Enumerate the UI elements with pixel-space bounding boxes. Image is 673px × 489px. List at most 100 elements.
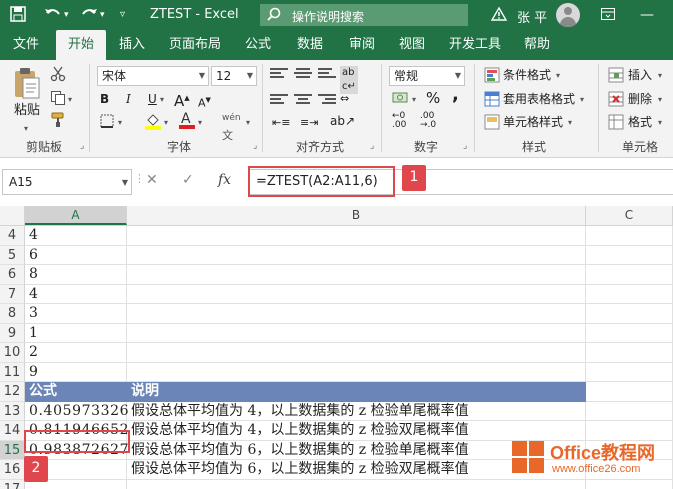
cell-a[interactable]: 9 xyxy=(25,362,127,382)
fill-color-icon[interactable] xyxy=(144,112,162,135)
format-as-table-dropdown-icon[interactable]: ▾ xyxy=(580,91,584,109)
name-box[interactable]: A15 ▼ xyxy=(2,169,132,195)
format-dropdown-icon[interactable]: ▾ xyxy=(658,114,662,132)
format-cells-icon[interactable] xyxy=(608,114,624,135)
increase-indent-icon[interactable]: ≡⇥ xyxy=(300,114,318,132)
enter-icon[interactable]: ✓ xyxy=(182,172,194,188)
tab-file[interactable]: 文件 xyxy=(4,30,48,60)
cell-c[interactable] xyxy=(586,343,673,363)
minimize-icon[interactable]: — xyxy=(640,6,654,24)
cell-c[interactable] xyxy=(586,245,673,265)
cell-c[interactable] xyxy=(586,284,673,304)
percent-style-button[interactable]: % xyxy=(426,89,440,107)
font-size-dropdown[interactable]: 12 ▼ xyxy=(211,66,257,86)
format-as-table-button[interactable]: 套用表格格式 xyxy=(503,90,575,108)
column-header-b[interactable]: B xyxy=(127,206,586,225)
top-align-icon[interactable] xyxy=(270,68,288,82)
cell-b[interactable] xyxy=(127,323,586,343)
insert-function-icon[interactable]: fx xyxy=(218,172,231,188)
tab-insert[interactable]: 插入 xyxy=(110,30,154,60)
row-header[interactable]: 17 xyxy=(0,479,25,489)
row-header[interactable]: 4 xyxy=(0,226,25,246)
customize-qat-icon[interactable]: ▿ xyxy=(120,6,125,24)
orientation-icon[interactable]: ab↗ xyxy=(330,112,355,130)
number-launcher-icon[interactable]: ⌟ xyxy=(463,141,467,151)
middle-align-icon[interactable] xyxy=(294,68,312,82)
select-all-corner[interactable] xyxy=(0,206,25,225)
cell-c[interactable] xyxy=(586,265,673,285)
font-name-dropdown[interactable]: 宋体 ▼ xyxy=(97,66,209,86)
tell-me-search[interactable]: 操作说明搜索 xyxy=(260,4,468,26)
ribbon-display-options-icon[interactable] xyxy=(600,6,616,28)
cell-b[interactable] xyxy=(127,304,586,324)
italic-button[interactable]: I xyxy=(126,90,131,108)
number-format-dropdown[interactable]: 常规 ▼ xyxy=(389,66,465,86)
cell-a[interactable]: 6 xyxy=(25,245,127,265)
cell-b[interactable]: 假设总体平均值为 4，以上数据集的 z 检验单尾概率值 xyxy=(127,401,586,421)
header-cell-description[interactable]: 说明 xyxy=(127,382,586,402)
accounting-format-icon[interactable] xyxy=(392,90,410,111)
font-color-icon[interactable]: A xyxy=(178,110,196,135)
cell-b[interactable] xyxy=(127,362,586,382)
cut-icon[interactable] xyxy=(50,66,66,87)
tab-formulas[interactable]: 公式 xyxy=(236,30,280,60)
row-header[interactable]: 5 xyxy=(0,245,25,265)
format-painter-icon[interactable] xyxy=(50,112,66,133)
row-header[interactable]: 15 xyxy=(0,440,25,460)
row-header[interactable]: 10 xyxy=(0,343,25,363)
tab-home[interactable]: 开始 xyxy=(56,30,106,60)
increase-decimal-icon[interactable]: ←0.00 xyxy=(392,112,406,130)
align-right-icon[interactable] xyxy=(318,94,336,108)
row-header[interactable]: 7 xyxy=(0,284,25,304)
delete-cells-button[interactable]: 删除 xyxy=(628,90,652,108)
conditional-format-icon[interactable] xyxy=(484,67,500,88)
underline-button[interactable]: U xyxy=(148,90,157,108)
font-launcher-icon[interactable]: ⌟ xyxy=(253,141,257,151)
row-header[interactable]: 8 xyxy=(0,304,25,324)
cell-b[interactable] xyxy=(127,245,586,265)
row-header[interactable]: 6 xyxy=(0,265,25,285)
column-header-a[interactable]: A xyxy=(25,206,127,225)
row-header[interactable]: 16 xyxy=(0,460,25,480)
cell-b[interactable] xyxy=(127,284,586,304)
undo-icon[interactable] xyxy=(44,6,62,28)
tab-help[interactable]: 帮助 xyxy=(514,30,560,60)
cell-c[interactable] xyxy=(586,304,673,324)
row-header[interactable]: 13 xyxy=(0,401,25,421)
paste-button[interactable]: 粘贴 xyxy=(14,102,40,120)
cell-c[interactable] xyxy=(586,382,673,402)
merge-center-icon[interactable]: ⇔ xyxy=(340,90,349,108)
save-icon[interactable] xyxy=(10,6,26,28)
tab-review[interactable]: 审阅 xyxy=(340,30,384,60)
cell-c[interactable] xyxy=(586,226,673,246)
cell-a[interactable]: 4 xyxy=(25,226,127,246)
tab-data[interactable]: 数据 xyxy=(288,30,332,60)
border-icon[interactable] xyxy=(100,114,114,133)
cancel-icon[interactable]: ✕ xyxy=(146,172,158,188)
alignment-launcher-icon[interactable]: ⌟ xyxy=(370,141,374,151)
paste-dropdown-icon[interactable]: ▾ xyxy=(24,120,28,138)
decrease-decimal-icon[interactable]: .00 →.0 xyxy=(420,112,436,130)
row-header[interactable]: 9 xyxy=(0,323,25,343)
shrink-font-button[interactable]: A▼ xyxy=(198,91,211,113)
row-header[interactable]: 14 xyxy=(0,421,25,441)
insert-cells-button[interactable]: 插入 xyxy=(628,66,652,84)
user-name[interactable]: 张 平 xyxy=(517,7,547,26)
row-header[interactable]: 12 xyxy=(0,382,25,402)
cell-a[interactable]: 2 xyxy=(25,343,127,363)
cell-b[interactable] xyxy=(127,343,586,363)
warning-icon[interactable] xyxy=(490,6,508,28)
fill-color-dropdown-icon[interactable]: ▾ xyxy=(164,114,168,132)
cell-c[interactable] xyxy=(586,401,673,421)
insert-dropdown-icon[interactable]: ▾ xyxy=(658,67,662,85)
cell-b[interactable] xyxy=(127,265,586,285)
border-dropdown-icon[interactable]: ▾ xyxy=(118,114,122,132)
phonetic-dropdown-icon[interactable]: ▾ xyxy=(246,114,250,132)
bold-button[interactable]: B xyxy=(100,90,109,108)
cell-a[interactable]: 1 xyxy=(25,323,127,343)
cell-styles-icon[interactable] xyxy=(484,114,500,135)
tab-developer[interactable]: 开发工具 xyxy=(442,30,508,60)
format-cells-button[interactable]: 格式 xyxy=(628,113,652,131)
conditional-format-dropdown-icon[interactable]: ▾ xyxy=(556,67,560,85)
cell-styles-button[interactable]: 单元格样式 xyxy=(503,113,563,131)
